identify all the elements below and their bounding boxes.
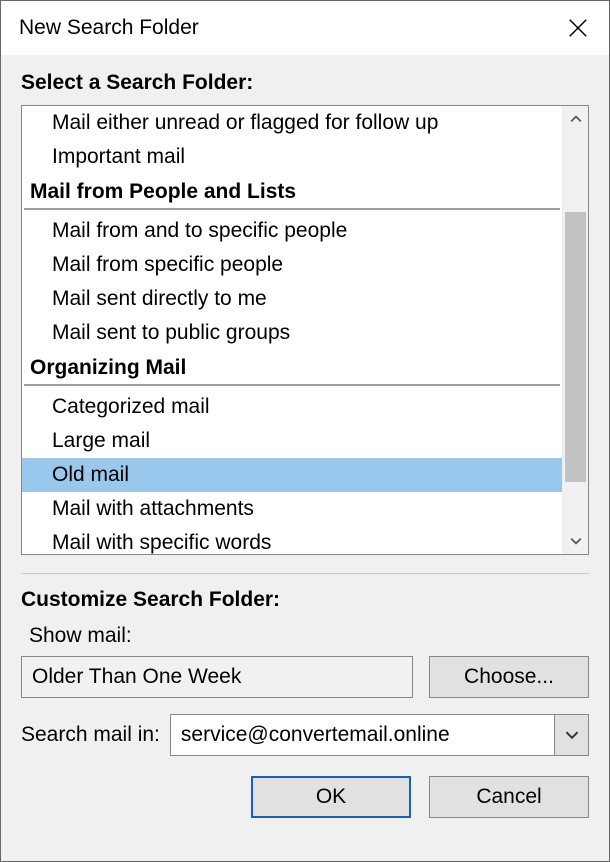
list-item[interactable]: Important mail bbox=[22, 140, 562, 174]
ok-button-label: OK bbox=[316, 785, 346, 809]
scroll-track[interactable] bbox=[563, 132, 588, 528]
folder-list-inner: Mail either unread or flagged for follow… bbox=[22, 106, 562, 554]
search-in-combo[interactable]: service@convertemail.online bbox=[170, 714, 589, 756]
dialog-body: Select a Search Folder: Mail either unre… bbox=[1, 55, 609, 861]
list-item[interactable]: Categorized mail bbox=[22, 390, 562, 424]
chevron-down-icon bbox=[565, 728, 579, 742]
scroll-thumb[interactable] bbox=[565, 212, 586, 482]
choose-button[interactable]: Choose... bbox=[429, 656, 589, 698]
chevron-down-icon bbox=[570, 535, 582, 547]
folder-list-viewport: Mail either unread or flagged for follow… bbox=[22, 106, 562, 554]
list-group-header: Mail from People and Lists bbox=[24, 176, 560, 210]
chevron-up-icon bbox=[570, 113, 582, 125]
folder-listbox[interactable]: Mail either unread or flagged for follow… bbox=[21, 105, 589, 555]
scroll-down-button[interactable] bbox=[563, 528, 588, 554]
choose-button-label: Choose... bbox=[464, 665, 554, 689]
list-item[interactable]: Mail from specific people bbox=[22, 248, 562, 282]
criteria-display: Older Than One Week bbox=[21, 656, 413, 698]
list-item[interactable]: Mail with attachments bbox=[22, 492, 562, 526]
dialog-title: New Search Folder bbox=[19, 16, 553, 40]
search-in-value: service@convertemail.online bbox=[181, 723, 554, 747]
close-icon bbox=[567, 17, 589, 39]
list-item[interactable]: Mail sent directly to me bbox=[22, 282, 562, 316]
customize-label: Customize Search Folder: bbox=[21, 588, 589, 612]
ok-button[interactable]: OK bbox=[251, 776, 411, 818]
list-item[interactable]: Mail either unread or flagged for follow… bbox=[22, 106, 562, 140]
criteria-text: Older Than One Week bbox=[32, 665, 241, 689]
cancel-button[interactable]: Cancel bbox=[429, 776, 589, 818]
close-button[interactable] bbox=[553, 3, 603, 53]
scrollbar[interactable] bbox=[562, 106, 588, 554]
list-item[interactable]: Mail with specific words bbox=[22, 526, 562, 554]
divider bbox=[21, 573, 589, 574]
scroll-up-button[interactable] bbox=[563, 106, 588, 132]
list-group-header: Organizing Mail bbox=[24, 352, 560, 386]
titlebar: New Search Folder bbox=[1, 1, 609, 55]
list-item-selected[interactable]: Old mail bbox=[22, 458, 562, 492]
show-mail-label: Show mail: bbox=[29, 624, 589, 648]
search-in-label: Search mail in: bbox=[21, 723, 160, 747]
combo-arrow-button[interactable] bbox=[554, 715, 588, 755]
list-item[interactable]: Mail sent to public groups bbox=[22, 316, 562, 350]
list-item[interactable]: Mail from and to specific people bbox=[22, 214, 562, 248]
cancel-button-label: Cancel bbox=[476, 785, 541, 809]
list-item[interactable]: Large mail bbox=[22, 424, 562, 458]
select-folder-label: Select a Search Folder: bbox=[21, 71, 589, 95]
new-search-folder-dialog: New Search Folder Select a Search Folder… bbox=[0, 0, 610, 862]
